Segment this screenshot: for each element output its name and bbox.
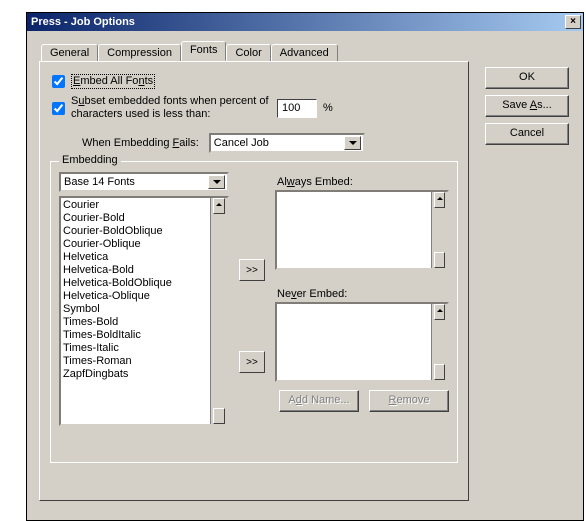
list-item[interactable]: Helvetica xyxy=(63,251,225,264)
embedding-fieldset: Embedding Base 14 Fonts CourierCourier-B… xyxy=(50,161,458,463)
available-fonts-list[interactable]: CourierCourier-BoldCourier-BoldObliqueCo… xyxy=(59,196,229,426)
tab-label: Advanced xyxy=(280,47,329,59)
font-source-dropdown[interactable]: Base 14 Fonts xyxy=(59,172,229,192)
tab-fonts[interactable]: Fonts xyxy=(181,41,227,61)
scroll-up-icon xyxy=(437,309,443,312)
list-item[interactable]: Courier-BoldOblique xyxy=(63,225,225,238)
scroll-down-icon xyxy=(437,260,443,263)
always-embed-label: Always Embed: xyxy=(277,176,449,188)
scroll-down-icon xyxy=(437,372,443,375)
tab-label: Fonts xyxy=(190,44,218,56)
subset-label: Subset embedded fonts when percent of ch… xyxy=(71,95,271,121)
list-item[interactable]: Courier-Bold xyxy=(63,212,225,225)
chevron-right-icon: >> xyxy=(246,357,258,368)
button-label: Cancel xyxy=(510,127,544,139)
list-item[interactable]: Courier-Oblique xyxy=(63,238,225,251)
scroll-down-icon xyxy=(216,416,222,419)
scrollbar[interactable] xyxy=(210,198,227,424)
chevron-down-icon xyxy=(349,141,357,145)
embed-all-checkbox[interactable] xyxy=(52,75,65,88)
embed-all-row: Embed All Fonts xyxy=(50,74,458,89)
scroll-up-icon xyxy=(437,197,443,200)
dialog-content: General Compression Fonts Color Advanced… xyxy=(27,31,583,520)
dialog-buttons: OK Save As... Cancel xyxy=(485,67,569,145)
embedding-right-col: Always Embed: Never Embed: Add Name... R… xyxy=(275,172,449,426)
tab-row: General Compression Fonts Color Advanced xyxy=(41,41,571,61)
fonts-panel: Embed All Fonts Subset embedded fonts wh… xyxy=(39,61,469,501)
dropdown-value: Base 14 Fonts xyxy=(64,176,135,188)
subset-checkbox[interactable] xyxy=(52,102,65,115)
never-embed-label: Never Embed: xyxy=(277,288,449,300)
embedding-mid-col: >> >> xyxy=(239,172,265,426)
list-action-buttons: Add Name... Remove xyxy=(275,390,449,412)
ok-button[interactable]: OK xyxy=(485,67,569,89)
always-embed-list[interactable] xyxy=(275,190,449,270)
embedding-fails-row: When Embedding Fails: Cancel Job xyxy=(50,133,458,153)
tab-general[interactable]: General xyxy=(41,44,98,62)
button-label: OK xyxy=(519,71,535,83)
list-item[interactable]: ZapfDingbats xyxy=(63,368,225,381)
window-title: Press - Job Options xyxy=(31,16,135,28)
fieldset-legend: Embedding xyxy=(59,154,121,166)
chevron-down-icon xyxy=(213,180,221,184)
percent-sign: % xyxy=(323,102,333,114)
add-name-button[interactable]: Add Name... xyxy=(279,390,359,412)
embedding-fails-label: When Embedding Fails: xyxy=(82,137,199,149)
scroll-up-icon xyxy=(216,203,222,206)
tab-compression[interactable]: Compression xyxy=(98,44,181,62)
cancel-button[interactable]: Cancel xyxy=(485,123,569,145)
tab-color[interactable]: Color xyxy=(226,44,270,62)
list-item[interactable]: Times-BoldItalic xyxy=(63,329,225,342)
embed-all-label: Embed All Fonts xyxy=(71,74,155,89)
tab-label: General xyxy=(50,47,89,59)
tab-label: Color xyxy=(235,47,261,59)
list-item[interactable]: Helvetica-Oblique xyxy=(63,290,225,303)
never-embed-list[interactable] xyxy=(275,302,449,382)
save-as-button[interactable]: Save As... xyxy=(485,95,569,117)
remove-button[interactable]: Remove xyxy=(369,390,449,412)
tab-label: Compression xyxy=(107,47,172,59)
list-item[interactable]: Courier xyxy=(63,199,225,212)
dropdown-value: Cancel Job xyxy=(214,137,269,149)
subset-row: Subset embedded fonts when percent of ch… xyxy=(50,95,458,121)
scrollbar[interactable] xyxy=(431,192,447,268)
chevron-right-icon: >> xyxy=(246,265,258,276)
subset-percent-input[interactable] xyxy=(277,99,317,118)
list-item[interactable]: Symbol xyxy=(63,303,225,316)
job-options-dialog: Press - Job Options × General Compressio… xyxy=(26,12,584,521)
list-item[interactable]: Helvetica-BoldOblique xyxy=(63,277,225,290)
tab-advanced[interactable]: Advanced xyxy=(271,44,338,62)
scrollbar[interactable] xyxy=(431,304,447,380)
embedding-grid: Base 14 Fonts CourierCourier-BoldCourier… xyxy=(59,172,449,426)
embedding-fails-dropdown[interactable]: Cancel Job xyxy=(209,133,365,153)
list-item[interactable]: Times-Bold xyxy=(63,316,225,329)
titlebar: Press - Job Options × xyxy=(27,13,583,31)
list-item[interactable]: Times-Roman xyxy=(63,355,225,368)
embedding-left-col: Base 14 Fonts CourierCourier-BoldCourier… xyxy=(59,172,229,426)
list-item[interactable]: Helvetica-Bold xyxy=(63,264,225,277)
list-item[interactable]: Times-Italic xyxy=(63,342,225,355)
close-button[interactable]: × xyxy=(565,15,581,29)
add-never-button[interactable]: >> xyxy=(239,351,265,373)
add-always-button[interactable]: >> xyxy=(239,259,265,281)
